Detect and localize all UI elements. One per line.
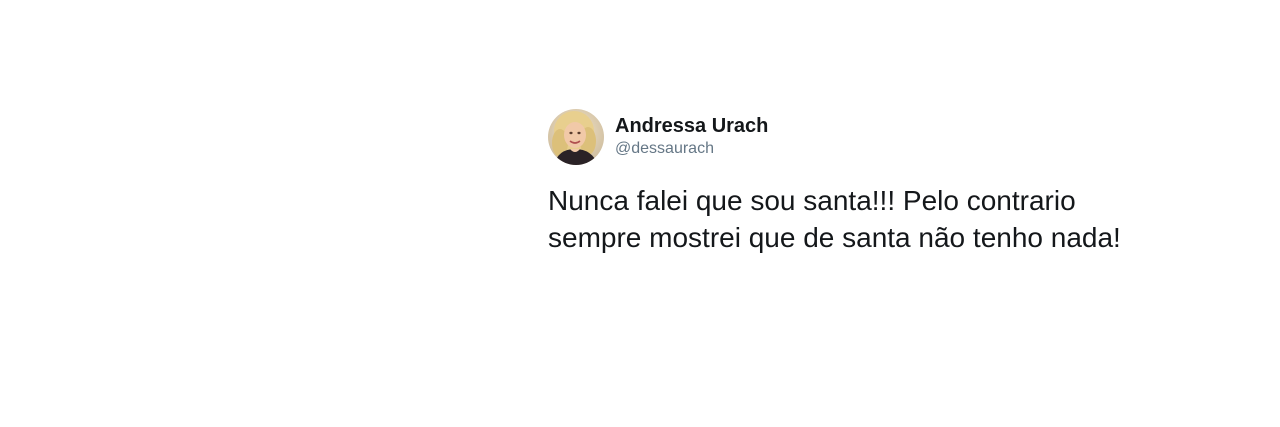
user-handle[interactable]: @dessaurach — [615, 139, 768, 159]
tweet-text: Nunca falei que sou santa!!! Pelo contra… — [548, 185, 1121, 253]
tweet-header: Andressa Urach @dessaurach — [548, 108, 1188, 166]
avatar[interactable] — [548, 109, 604, 165]
tweet-card: Andressa Urach @dessaurach Nunca falei q… — [548, 108, 1188, 256]
display-name[interactable]: Andressa Urach — [615, 113, 768, 139]
profile-photo-icon — [548, 109, 604, 165]
tweet-author: Andressa Urach @dessaurach — [615, 113, 768, 159]
